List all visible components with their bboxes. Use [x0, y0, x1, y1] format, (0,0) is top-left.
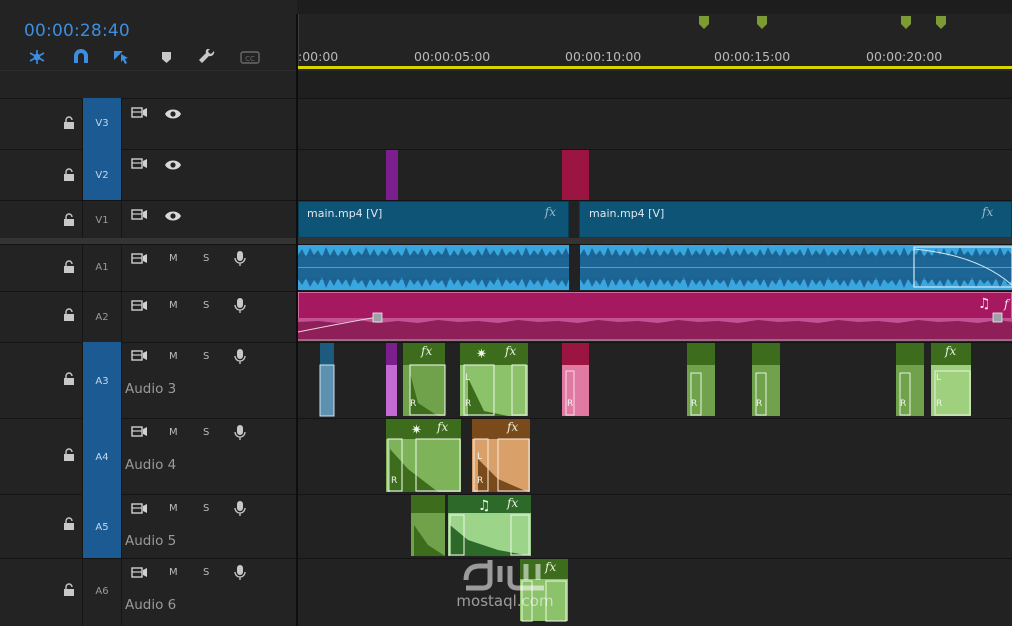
channel-l-label: L	[936, 373, 942, 383]
solo-button-a5[interactable]: S	[203, 503, 209, 514]
channel-r-label: R	[936, 399, 943, 409]
fx-badge: fx	[982, 205, 994, 219]
mute-button-a5[interactable]: M	[169, 503, 178, 514]
ruler-label: 00:00:10:00	[565, 49, 642, 64]
ruler-label: :00:00	[298, 49, 339, 64]
magnet-icon[interactable]	[71, 49, 91, 65]
solo-button-a4[interactable]: S	[203, 427, 209, 438]
channel-r-label: R	[410, 399, 417, 409]
track-lane-v2[interactable]	[297, 149, 1012, 200]
audio-clips-a5[interactable]: ♫	[298, 495, 1012, 558]
channel-r-label: R	[567, 399, 574, 409]
time-ruler[interactable]: :00:00 00:00:05:00 00:00:10:00 00:00:15:…	[297, 14, 1012, 70]
svg-text:♫: ♫	[978, 296, 991, 312]
solo-button-a3[interactable]: S	[203, 351, 209, 362]
audio-clips-a6[interactable]	[298, 559, 1012, 626]
work-area-bar[interactable]	[297, 66, 1012, 69]
current-timecode[interactable]: 00:00:28:40	[24, 21, 130, 41]
channel-l-label: L	[465, 373, 471, 383]
captions-icon[interactable]: CC	[240, 49, 260, 65]
fx-badge: fx	[505, 344, 517, 358]
channel-r-label: R	[465, 399, 472, 409]
solo-button-a2[interactable]: S	[203, 300, 209, 311]
svg-text:CC: CC	[245, 55, 255, 63]
clip-name: main.mp4 [V]	[307, 207, 383, 220]
solo-button-a1[interactable]: S	[203, 253, 209, 264]
fx-badge: fx	[507, 496, 519, 510]
fx-badge: fx	[544, 205, 556, 219]
channel-r-label: R	[477, 476, 484, 486]
svg-text:✷: ✷	[476, 347, 487, 362]
mute-button-a3[interactable]: M	[169, 351, 178, 362]
solo-button-a6[interactable]: S	[203, 567, 209, 578]
channel-l-label: L	[477, 452, 483, 462]
channel-r-label: R	[391, 476, 398, 486]
channel-r-label: R	[691, 399, 698, 409]
video-clip[interactable]	[562, 150, 589, 200]
add-marker-icon[interactable]	[157, 49, 177, 65]
snap-icon[interactable]	[27, 49, 47, 65]
audio-clips-a4[interactable]: ✷	[298, 419, 1012, 494]
video-clip[interactable]	[386, 150, 398, 200]
marker-icons	[699, 16, 946, 29]
watermark: mostaql.com	[440, 552, 570, 622]
channel-r-label: R	[900, 399, 907, 409]
clip-name: main.mp4 [V]	[589, 207, 665, 220]
ruler-label: 00:00:15:00	[714, 49, 791, 64]
mute-button-a6[interactable]: M	[169, 567, 178, 578]
watermark-logo	[463, 560, 544, 591]
fx-badge: fx	[507, 420, 519, 434]
video-clip-main-b[interactable]: main.mp4 [V] fx	[579, 201, 1012, 238]
ruler-label: 00:00:05:00	[414, 49, 491, 64]
mute-button-a4[interactable]: M	[169, 427, 178, 438]
watermark-text: mostaql.com	[456, 592, 554, 610]
channel-r-label: R	[756, 399, 763, 409]
svg-text:✷: ✷	[411, 423, 422, 438]
audio-clip-a2[interactable]: ♫ f	[298, 292, 1012, 342]
fx-badge: fx	[437, 420, 449, 434]
fx-badge: fx	[421, 344, 433, 358]
mute-button-a2[interactable]: M	[169, 300, 178, 311]
video-clip-main-a[interactable]: main.mp4 [V] fx	[298, 201, 569, 238]
svg-text:♫: ♫	[478, 498, 491, 514]
mute-button-a1[interactable]: M	[169, 253, 178, 264]
header-spacer	[0, 70, 297, 99]
ruler-label: 00:00:20:00	[866, 49, 943, 64]
track-lane-v3[interactable]	[297, 98, 1012, 149]
fx-badge: fx	[945, 344, 957, 358]
wrench-icon[interactable]	[198, 49, 218, 65]
track-header-icons	[63, 107, 246, 597]
audio-clip-a1[interactable]	[298, 245, 1012, 291]
linked-selection-icon[interactable]	[112, 49, 132, 65]
